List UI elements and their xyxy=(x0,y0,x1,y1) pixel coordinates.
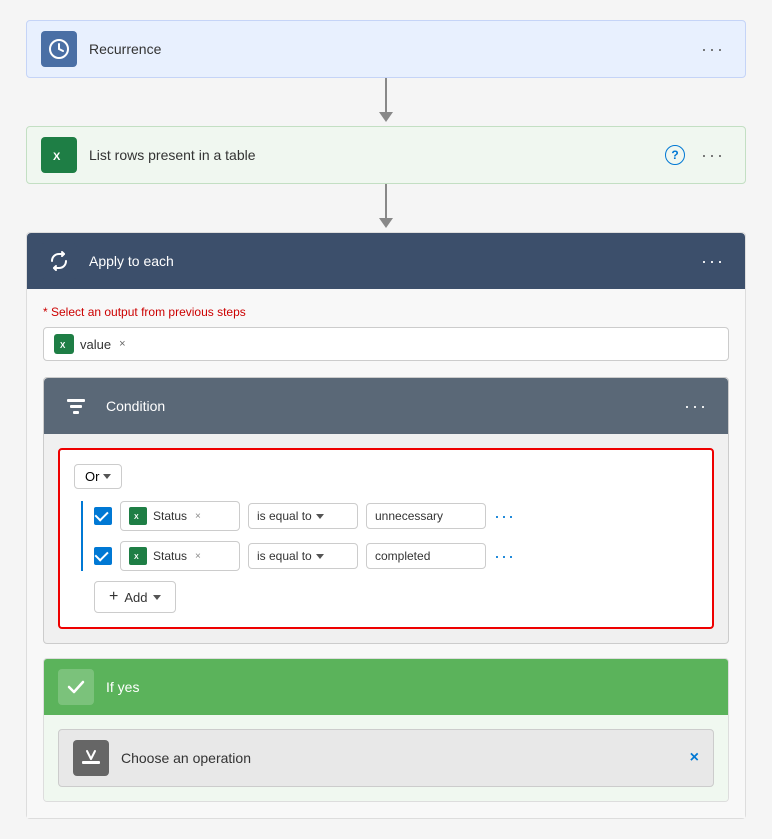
recurrence-actions: ··· xyxy=(695,37,731,62)
arrow-head-2 xyxy=(379,218,393,228)
or-chevron-icon xyxy=(103,474,111,479)
arrow-2 xyxy=(379,184,393,232)
arrow-head-1 xyxy=(379,112,393,122)
svg-text:X: X xyxy=(134,514,139,521)
rule-row-2: X Status × is equal to xyxy=(74,541,698,571)
rule-2-more-button[interactable]: ··· xyxy=(494,546,515,567)
rule-2-operator-chevron xyxy=(316,554,324,559)
ifyes-header: If yes xyxy=(44,659,728,715)
or-label: Or xyxy=(85,469,99,484)
rule-1-field: X Status × xyxy=(120,501,240,531)
ifyes-title: If yes xyxy=(106,679,714,695)
svg-text:X: X xyxy=(134,554,139,561)
value-tag-row: X value × xyxy=(43,327,729,361)
condition-more-button[interactable]: ··· xyxy=(678,394,714,419)
condition-container: Condition ··· Or xyxy=(43,377,729,644)
arrow-line-2 xyxy=(385,184,387,218)
svg-text:X: X xyxy=(53,151,61,163)
apply-each-container: Apply to each ··· * Select an output fro… xyxy=(26,232,746,819)
ifyes-icon xyxy=(58,669,94,705)
rule-2-field-text: Status xyxy=(153,549,187,563)
listrows-actions: ? ··· xyxy=(665,143,731,168)
condition-body: Or xyxy=(44,434,728,643)
rule-1-operator[interactable]: is equal to xyxy=(248,503,358,529)
choose-op-card: Choose an operation × xyxy=(58,729,714,787)
add-button[interactable]: + Add xyxy=(94,581,176,613)
help-icon[interactable]: ? xyxy=(665,145,685,165)
listrows-card: X List rows present in a table ? ··· xyxy=(26,126,746,184)
rule-2-operator[interactable]: is equal to xyxy=(248,543,358,569)
ifyes-container: If yes Choose an operation × xyxy=(43,658,729,802)
rule-1-field-text: Status xyxy=(153,509,187,523)
arrow-1 xyxy=(379,78,393,126)
rule-1-more-button[interactable]: ··· xyxy=(494,506,515,527)
condition-icon xyxy=(58,388,94,424)
recurrence-icon xyxy=(41,31,77,67)
rules-area: Or xyxy=(58,448,714,629)
listrows-title: List rows present in a table xyxy=(89,147,665,163)
apply-each-header: Apply to each ··· xyxy=(27,233,745,289)
choose-op-close-button[interactable]: × xyxy=(690,749,699,767)
value-tag-text: value xyxy=(80,337,111,352)
apply-each-body: * Select an output from previous steps X… xyxy=(27,289,745,818)
rule-2-value: completed xyxy=(366,543,486,569)
rule-2-field: X Status × xyxy=(120,541,240,571)
rules-inner: X Status × is equal to xyxy=(74,501,698,571)
rule-2-excel-icon: X xyxy=(129,547,147,565)
flow-container: Recurrence ··· X List rows present in a … xyxy=(26,20,746,819)
rule-1-operator-chevron xyxy=(316,514,324,519)
rule-2-operator-text: is equal to xyxy=(257,549,312,563)
apply-each-title: Apply to each xyxy=(89,253,695,269)
select-output-label: * Select an output from previous steps xyxy=(43,305,729,319)
choose-op-title: Choose an operation xyxy=(121,750,690,766)
choose-op-icon xyxy=(73,740,109,776)
excel-icon: X xyxy=(41,137,77,173)
recurrence-title: Recurrence xyxy=(89,41,695,57)
listrows-more-button[interactable]: ··· xyxy=(695,143,731,168)
v-line xyxy=(81,501,83,571)
or-button[interactable]: Or xyxy=(74,464,122,489)
add-label: Add xyxy=(124,590,147,605)
rule-row-1: X Status × is equal to xyxy=(74,501,698,531)
rule-1-checkbox[interactable] xyxy=(94,507,112,525)
rule-1-excel-icon: X xyxy=(129,507,147,525)
recurrence-card: Recurrence ··· xyxy=(26,20,746,78)
rule-1-field-close[interactable]: × xyxy=(195,511,201,522)
value-excel-icon: X xyxy=(54,334,74,354)
rule-2-field-close[interactable]: × xyxy=(195,551,201,562)
condition-title: Condition xyxy=(106,398,678,414)
rule-1-operator-text: is equal to xyxy=(257,509,312,523)
ifyes-body: Choose an operation × xyxy=(44,715,728,801)
rule-2-checkbox[interactable] xyxy=(94,547,112,565)
rule-1-value: unnecessary xyxy=(366,503,486,529)
value-tag-close-button[interactable]: × xyxy=(119,338,125,350)
svg-text:X: X xyxy=(60,341,66,350)
condition-header: Condition ··· xyxy=(44,378,728,434)
add-chevron-icon xyxy=(153,595,161,600)
apply-each-icon xyxy=(41,243,77,279)
add-plus-icon: + xyxy=(109,588,118,606)
arrow-line-1 xyxy=(385,78,387,112)
or-dropdown: Or xyxy=(74,464,698,489)
apply-each-more-button[interactable]: ··· xyxy=(695,249,731,274)
recurrence-more-button[interactable]: ··· xyxy=(695,37,731,62)
